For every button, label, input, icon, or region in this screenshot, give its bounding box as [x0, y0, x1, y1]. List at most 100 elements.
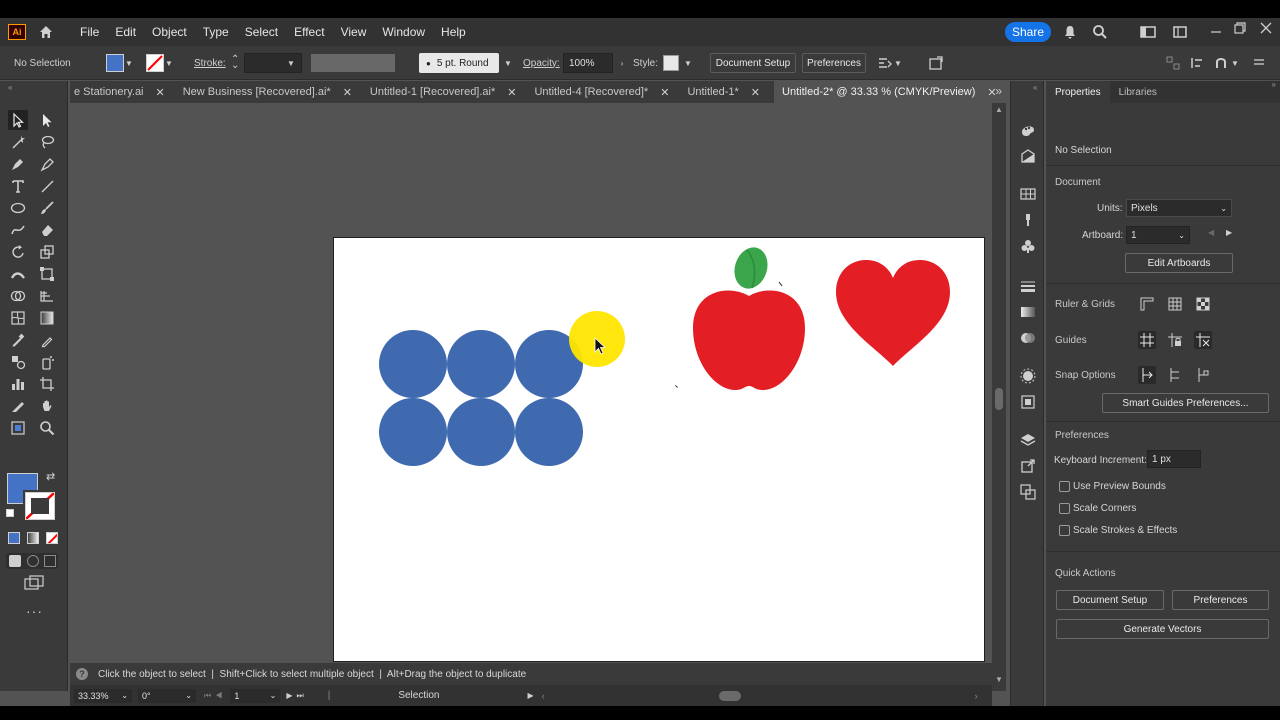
stroke-color-box[interactable] — [25, 492, 55, 520]
use-preview-bounds-label[interactable]: Use Preview Bounds — [1073, 481, 1166, 492]
heart-shape[interactable] — [834, 258, 952, 368]
stroke-dropdown-icon[interactable]: ▼ — [164, 59, 174, 68]
fill-dropdown-icon[interactable]: ▼ — [124, 59, 134, 68]
preferences-button[interactable]: Preferences — [802, 53, 866, 73]
perspective-grid-tool-icon[interactable] — [37, 286, 57, 306]
opacity-arrow-icon[interactable]: › — [617, 59, 627, 68]
arrange-icon[interactable] — [1172, 24, 1188, 40]
brushes-icon[interactable] — [1019, 211, 1037, 229]
style-dropdown-icon[interactable]: ▼ — [683, 59, 693, 68]
screen-mode-icon[interactable] — [24, 575, 44, 594]
tab-untitled-1[interactable]: Untitled-1* ✕ — [683, 81, 774, 103]
tab-untitled-2-active[interactable]: Untitled-2* @ 33.33 % (CMYK/Preview) ✕ — [774, 81, 1011, 103]
tab-properties[interactable]: Properties — [1046, 81, 1110, 103]
artboards-panel-icon[interactable] — [1019, 483, 1037, 501]
gradient-tool-icon[interactable] — [37, 308, 57, 328]
free-transform-tool-icon[interactable] — [37, 264, 57, 284]
tab-stationery[interactable]: e Stationery.ai ✕ — [70, 81, 179, 103]
canvas-area[interactable] — [70, 103, 992, 678]
stroke-panel-icon[interactable] — [1019, 277, 1037, 295]
symbol-sprayer-tool-icon[interactable] — [37, 352, 57, 372]
direct-selection-tool-icon[interactable] — [37, 110, 57, 130]
draw-behind-icon[interactable] — [27, 555, 39, 567]
stroke-weight-field[interactable]: ▼ — [244, 53, 302, 73]
collapse-strip-icon[interactable]: « — [1033, 83, 1037, 92]
scale-corners-checkbox[interactable] — [1059, 503, 1070, 514]
scroll-right-icon[interactable]: › — [975, 691, 978, 701]
fill-swatch[interactable] — [106, 54, 124, 72]
vertical-scrollbar[interactable]: ▲ ▼ — [992, 103, 1006, 691]
selection-tool-icon[interactable] — [8, 110, 28, 130]
close-icon[interactable]: ✕ — [343, 86, 352, 99]
edit-artboards-button[interactable]: Edit Artboards — [1125, 253, 1233, 273]
appearance-icon[interactable] — [1019, 367, 1037, 385]
style-swatch[interactable] — [663, 55, 679, 71]
measure-tool-icon[interactable] — [37, 330, 57, 350]
keyboard-increment-field[interactable]: 1 px — [1147, 450, 1201, 468]
color-panel-icon[interactable] — [1019, 121, 1037, 139]
blue-circle[interactable] — [379, 330, 447, 398]
grid-icon[interactable] — [1166, 295, 1184, 313]
brush-definition[interactable]: ● 5 pt. Round — [419, 53, 499, 73]
qa-document-setup-button[interactable]: Document Setup — [1056, 590, 1164, 610]
rulers-icon[interactable] — [1138, 295, 1156, 313]
width-tool-icon[interactable] — [8, 264, 28, 284]
swap-fill-stroke-icon[interactable]: ⇄ — [46, 470, 55, 483]
blue-circle[interactable] — [447, 398, 515, 466]
eraser-tool-icon[interactable] — [37, 220, 57, 240]
zoom-field[interactable]: 33.33% ⌄ — [74, 688, 132, 703]
smart-guides-icon[interactable] — [1194, 331, 1212, 349]
scale-strokes-effects-checkbox[interactable] — [1059, 525, 1070, 536]
opacity-field[interactable]: 100% — [563, 53, 613, 73]
none-mode-icon[interactable] — [46, 532, 58, 544]
tabs-overflow-icon[interactable]: » — [995, 84, 1002, 98]
tab-untitled-4-recovered[interactable]: Untitled-4 [Recovered]* ✕ — [530, 81, 683, 103]
horizontal-scroll-thumb[interactable] — [718, 690, 741, 701]
scroll-left-icon[interactable]: ‹ — [542, 691, 545, 701]
align-icon[interactable] — [1166, 46, 1180, 80]
collapse-panel-icon[interactable]: » — [1272, 80, 1276, 89]
apple-shape[interactable] — [689, 244, 809, 392]
column-graph-tool-icon[interactable] — [8, 374, 28, 394]
menu-help[interactable]: Help — [433, 18, 474, 46]
smart-guides-preferences-button[interactable]: Smart Guides Preferences... — [1102, 393, 1269, 413]
share-button[interactable]: Share — [1005, 22, 1051, 42]
variable-width-profile[interactable] — [311, 54, 395, 72]
menu-effect[interactable]: Effect — [286, 18, 332, 46]
blue-circle[interactable] — [379, 398, 447, 466]
scale-tool-icon[interactable] — [37, 242, 57, 262]
blue-circle[interactable] — [447, 330, 515, 398]
close-icon[interactable]: ✕ — [156, 86, 165, 99]
pen-tool-icon[interactable] — [8, 154, 28, 174]
print-tiling-tool-icon[interactable] — [8, 418, 28, 438]
prev-artboard-icon[interactable]: ◀ — [1208, 228, 1214, 237]
scroll-thumb[interactable] — [995, 388, 1003, 410]
color-guide-icon[interactable] — [1019, 147, 1037, 165]
close-icon[interactable]: ✕ — [507, 86, 516, 99]
scroll-up-icon[interactable]: ▲ — [995, 105, 1003, 114]
menu-select[interactable]: Select — [237, 18, 286, 46]
menu-file[interactable]: File — [72, 18, 107, 46]
rotate-tool-icon[interactable] — [8, 242, 28, 262]
graphic-styles-icon[interactable] — [1019, 393, 1037, 411]
eyedropper-tool-icon[interactable] — [8, 330, 28, 350]
slice-tool-icon[interactable] — [8, 396, 28, 416]
scale-strokes-effects-label[interactable]: Scale Strokes & Effects — [1073, 525, 1177, 536]
workspace-icon[interactable] — [1140, 24, 1156, 40]
show-guides-icon[interactable] — [1138, 331, 1156, 349]
swatches-icon[interactable] — [1019, 185, 1037, 203]
next-artboard-icon[interactable]: ▶ — [1226, 228, 1232, 237]
use-preview-bounds-checkbox[interactable] — [1059, 481, 1070, 492]
brush-dropdown-icon[interactable]: ▼ — [503, 59, 513, 68]
default-colors-icon[interactable] — [6, 509, 14, 517]
magic-wand-tool-icon[interactable] — [8, 132, 28, 152]
shaper-tool-icon[interactable] — [8, 220, 28, 240]
symbols-icon[interactable] — [1019, 237, 1037, 255]
minimize-icon[interactable] — [1208, 24, 1224, 40]
menu-window[interactable]: Window — [374, 18, 433, 46]
zoom-tool-icon[interactable] — [37, 418, 57, 438]
stroke-swatch[interactable] — [146, 54, 164, 72]
first-prev-artboard-icon[interactable]: ⏮◀ — [204, 691, 226, 701]
mesh-tool-icon[interactable] — [8, 308, 28, 328]
draw-normal-icon[interactable] — [9, 555, 21, 567]
